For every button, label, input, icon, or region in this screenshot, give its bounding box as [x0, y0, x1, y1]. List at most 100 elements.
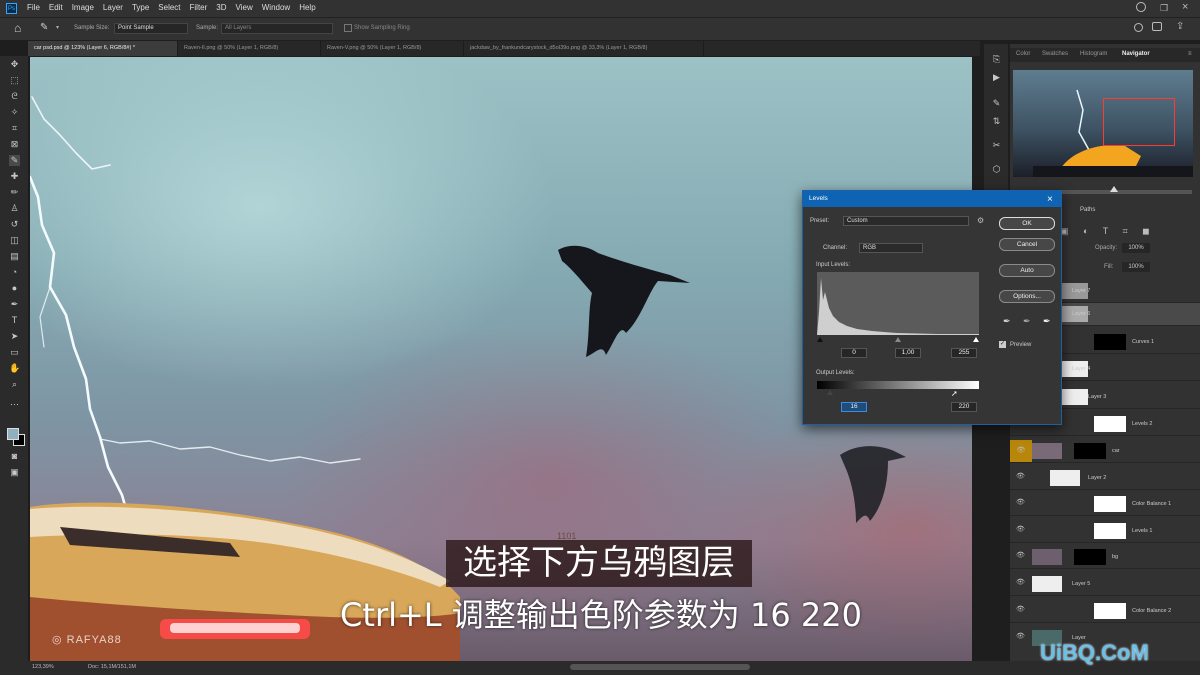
menu-layer[interactable]: Layer: [103, 3, 123, 12]
marquee-tool-icon[interactable]: ⬚: [9, 75, 20, 86]
dodge-tool-icon[interactable]: ●: [9, 283, 20, 294]
layer-row[interactable]: 👁 Levels 1: [1010, 520, 1200, 543]
tab-swatches[interactable]: Swatches: [1042, 51, 1068, 57]
navigator-view-box[interactable]: [1103, 98, 1175, 146]
search-icon[interactable]: [1134, 23, 1143, 32]
brush-settings-icon[interactable]: ✎: [991, 98, 1002, 109]
menu-3d[interactable]: 3D: [216, 3, 226, 12]
white-point-eyedropper-icon[interactable]: ✒: [1043, 316, 1051, 327]
visibility-eye-icon[interactable]: 👁: [1016, 606, 1025, 613]
home-icon[interactable]: ⌂: [14, 21, 21, 35]
tab-raven-v[interactable]: Raven-V.png @ 50% (Layer 1, RGB/8): [321, 41, 464, 56]
minimize-icon[interactable]: [1136, 2, 1146, 12]
quick-select-tool-icon[interactable]: ✧: [9, 107, 20, 118]
tab-car-psd[interactable]: car psd.psd @ 123% (Layer 6, RGB/8#) *: [28, 41, 178, 56]
tab-raven-ii[interactable]: Raven-II.png @ 50% (Layer 1, RGB/8): [178, 41, 321, 56]
screen-mode-icon[interactable]: ▣: [9, 467, 20, 478]
menu-image[interactable]: Image: [72, 3, 94, 12]
horizontal-scrollbar[interactable]: [570, 664, 750, 670]
foreground-color-swatch[interactable]: [7, 428, 19, 440]
show-ring-checkbox[interactable]: [344, 24, 352, 32]
options-button[interactable]: Options...: [999, 290, 1055, 303]
layer-filter-icons[interactable]: ▣ ◐ T ⌗ ◼: [1060, 226, 1192, 236]
layer-row[interactable]: 👁 bg: [1010, 546, 1200, 569]
input-white-slider[interactable]: [973, 337, 979, 342]
healing-brush-icon[interactable]: ✚: [9, 171, 20, 182]
preset-gear-icon[interactable]: ⚙: [977, 216, 984, 225]
history-panel-icon[interactable]: ⎘: [991, 54, 1002, 65]
visibility-eye-icon[interactable]: 👁: [1016, 473, 1025, 480]
quick-mask-icon[interactable]: ◙: [9, 451, 20, 462]
tool-presets-icon[interactable]: ✂: [991, 140, 1002, 151]
path-select-icon[interactable]: ➤: [9, 331, 20, 342]
adjustments-panel-icon[interactable]: ⇅: [991, 116, 1002, 127]
brush-tool-icon[interactable]: ✏: [9, 187, 20, 198]
output-white-slider[interactable]: ➚: [951, 389, 958, 398]
shape-tool-icon[interactable]: ▭: [9, 347, 20, 358]
panel-menu-icon[interactable]: ≡: [1188, 51, 1192, 57]
zoom-level[interactable]: 123,39%: [32, 664, 54, 670]
navigator-thumbnail[interactable]: [1013, 70, 1193, 177]
preset-select[interactable]: Custom: [843, 216, 969, 226]
zoom-slider-handle[interactable]: [1110, 186, 1118, 192]
menu-help[interactable]: Help: [299, 3, 315, 12]
3d-panel-icon[interactable]: ⬡: [991, 164, 1002, 175]
menu-select[interactable]: Select: [158, 3, 180, 12]
output-black-slider[interactable]: [827, 390, 833, 395]
opacity-field[interactable]: 100%: [1122, 243, 1150, 253]
visibility-eye-icon[interactable]: 👁: [1010, 440, 1032, 462]
input-gamma-slider[interactable]: [895, 337, 901, 342]
preview-checkbox[interactable]: ✓: [999, 341, 1006, 348]
tab-paths[interactable]: Paths: [1080, 207, 1095, 213]
eyedropper-tool-icon[interactable]: ✎: [40, 22, 48, 33]
crop-tool-icon[interactable]: ⌗: [9, 123, 20, 134]
more-tools-icon[interactable]: ⋯: [9, 399, 20, 410]
zoom-tool-icon[interactable]: ⌕: [9, 379, 20, 390]
pen-tool-icon[interactable]: ✒: [9, 299, 20, 310]
visibility-eye-icon[interactable]: 👁: [1016, 633, 1025, 640]
sample-select[interactable]: All Layers: [221, 23, 333, 34]
layer-row[interactable]: 👁 Layer 2: [1010, 467, 1200, 490]
fill-field[interactable]: 100%: [1122, 262, 1150, 272]
close-icon[interactable]: ×: [1182, 1, 1188, 13]
menu-type[interactable]: Type: [132, 3, 149, 12]
visibility-eye-icon[interactable]: 👁: [1016, 552, 1025, 559]
blur-tool-icon[interactable]: ◔: [9, 267, 20, 278]
input-black-slider[interactable]: [817, 337, 823, 342]
gradient-tool-icon[interactable]: ▤: [9, 251, 20, 262]
photoshop-logo-icon[interactable]: Ps: [6, 3, 17, 14]
cancel-button[interactable]: Cancel: [999, 238, 1055, 251]
ok-button[interactable]: OK: [999, 217, 1055, 230]
visibility-eye-icon[interactable]: 👁: [1016, 526, 1025, 533]
move-tool-icon[interactable]: ✥: [9, 59, 20, 70]
menu-edit[interactable]: Edit: [49, 3, 63, 12]
restore-icon[interactable]: ❐: [1160, 3, 1168, 14]
share-icon[interactable]: ⇪: [1176, 21, 1184, 32]
visibility-eye-icon[interactable]: 👁: [1016, 579, 1025, 586]
gray-point-eyedropper-icon[interactable]: ✒: [1023, 316, 1031, 327]
tab-histogram[interactable]: Histogram: [1080, 51, 1107, 57]
auto-button[interactable]: Auto: [999, 264, 1055, 277]
history-brush-icon[interactable]: ↺: [9, 219, 20, 230]
black-point-eyedropper-icon[interactable]: ✒: [1003, 316, 1011, 327]
menu-file[interactable]: File: [27, 3, 40, 12]
channel-select[interactable]: RGB: [859, 243, 923, 253]
layer-row[interactable]: 👁 Layer 5: [1010, 573, 1200, 596]
input-black-field[interactable]: 0: [841, 348, 867, 358]
dialog-close-icon[interactable]: ×: [1047, 194, 1053, 205]
clone-stamp-icon[interactable]: ♙: [9, 203, 20, 214]
lasso-tool-icon[interactable]: ᘓ: [9, 91, 20, 102]
tab-navigator[interactable]: Navigator: [1122, 51, 1150, 57]
output-black-field[interactable]: 16: [841, 402, 867, 412]
eraser-tool-icon[interactable]: ◫: [9, 235, 20, 246]
tab-color[interactable]: Color: [1016, 51, 1030, 57]
menu-filter[interactable]: Filter: [190, 3, 208, 12]
eyedropper-icon[interactable]: ✎: [9, 155, 20, 166]
output-white-field[interactable]: 220: [951, 402, 977, 412]
input-gamma-field[interactable]: 1,00: [895, 348, 921, 358]
tab-jackdaw[interactable]: jackdaw_by_frankundcarystock_d5oI39o.png…: [464, 41, 704, 56]
input-white-field[interactable]: 255: [951, 348, 977, 358]
layer-row[interactable]: 👁 car: [1010, 440, 1200, 463]
tool-preset-chevron-icon[interactable]: ▾: [56, 24, 59, 31]
frame-tool-icon[interactable]: ⊠: [9, 139, 20, 150]
